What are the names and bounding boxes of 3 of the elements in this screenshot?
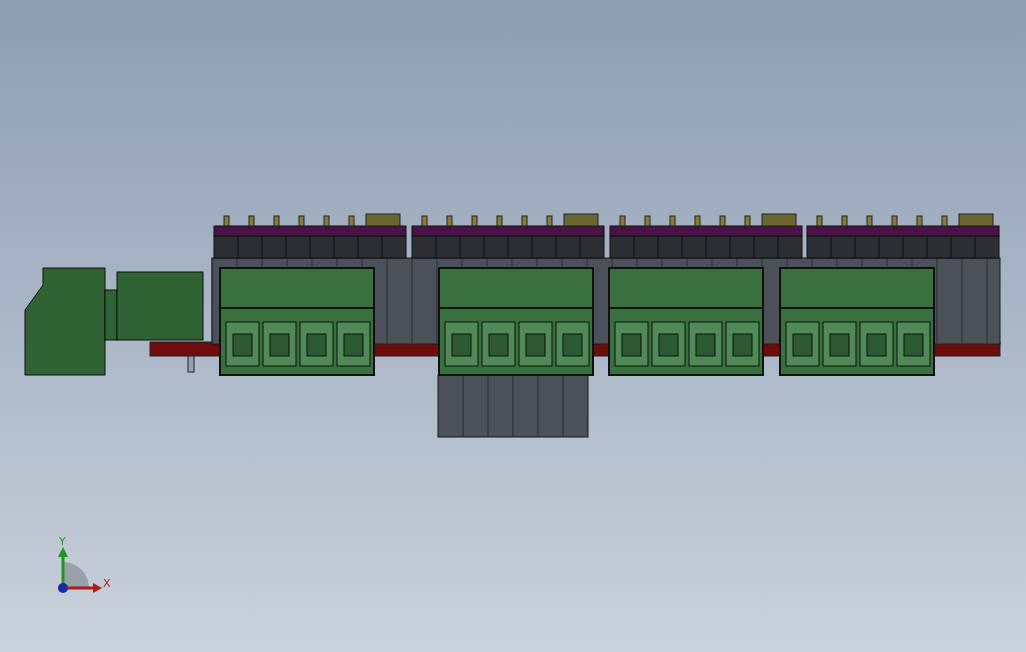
x-axis-label: X <box>103 577 111 590</box>
axis-triad-drawing <box>58 547 102 593</box>
y-axis-label: Y <box>59 535 66 548</box>
